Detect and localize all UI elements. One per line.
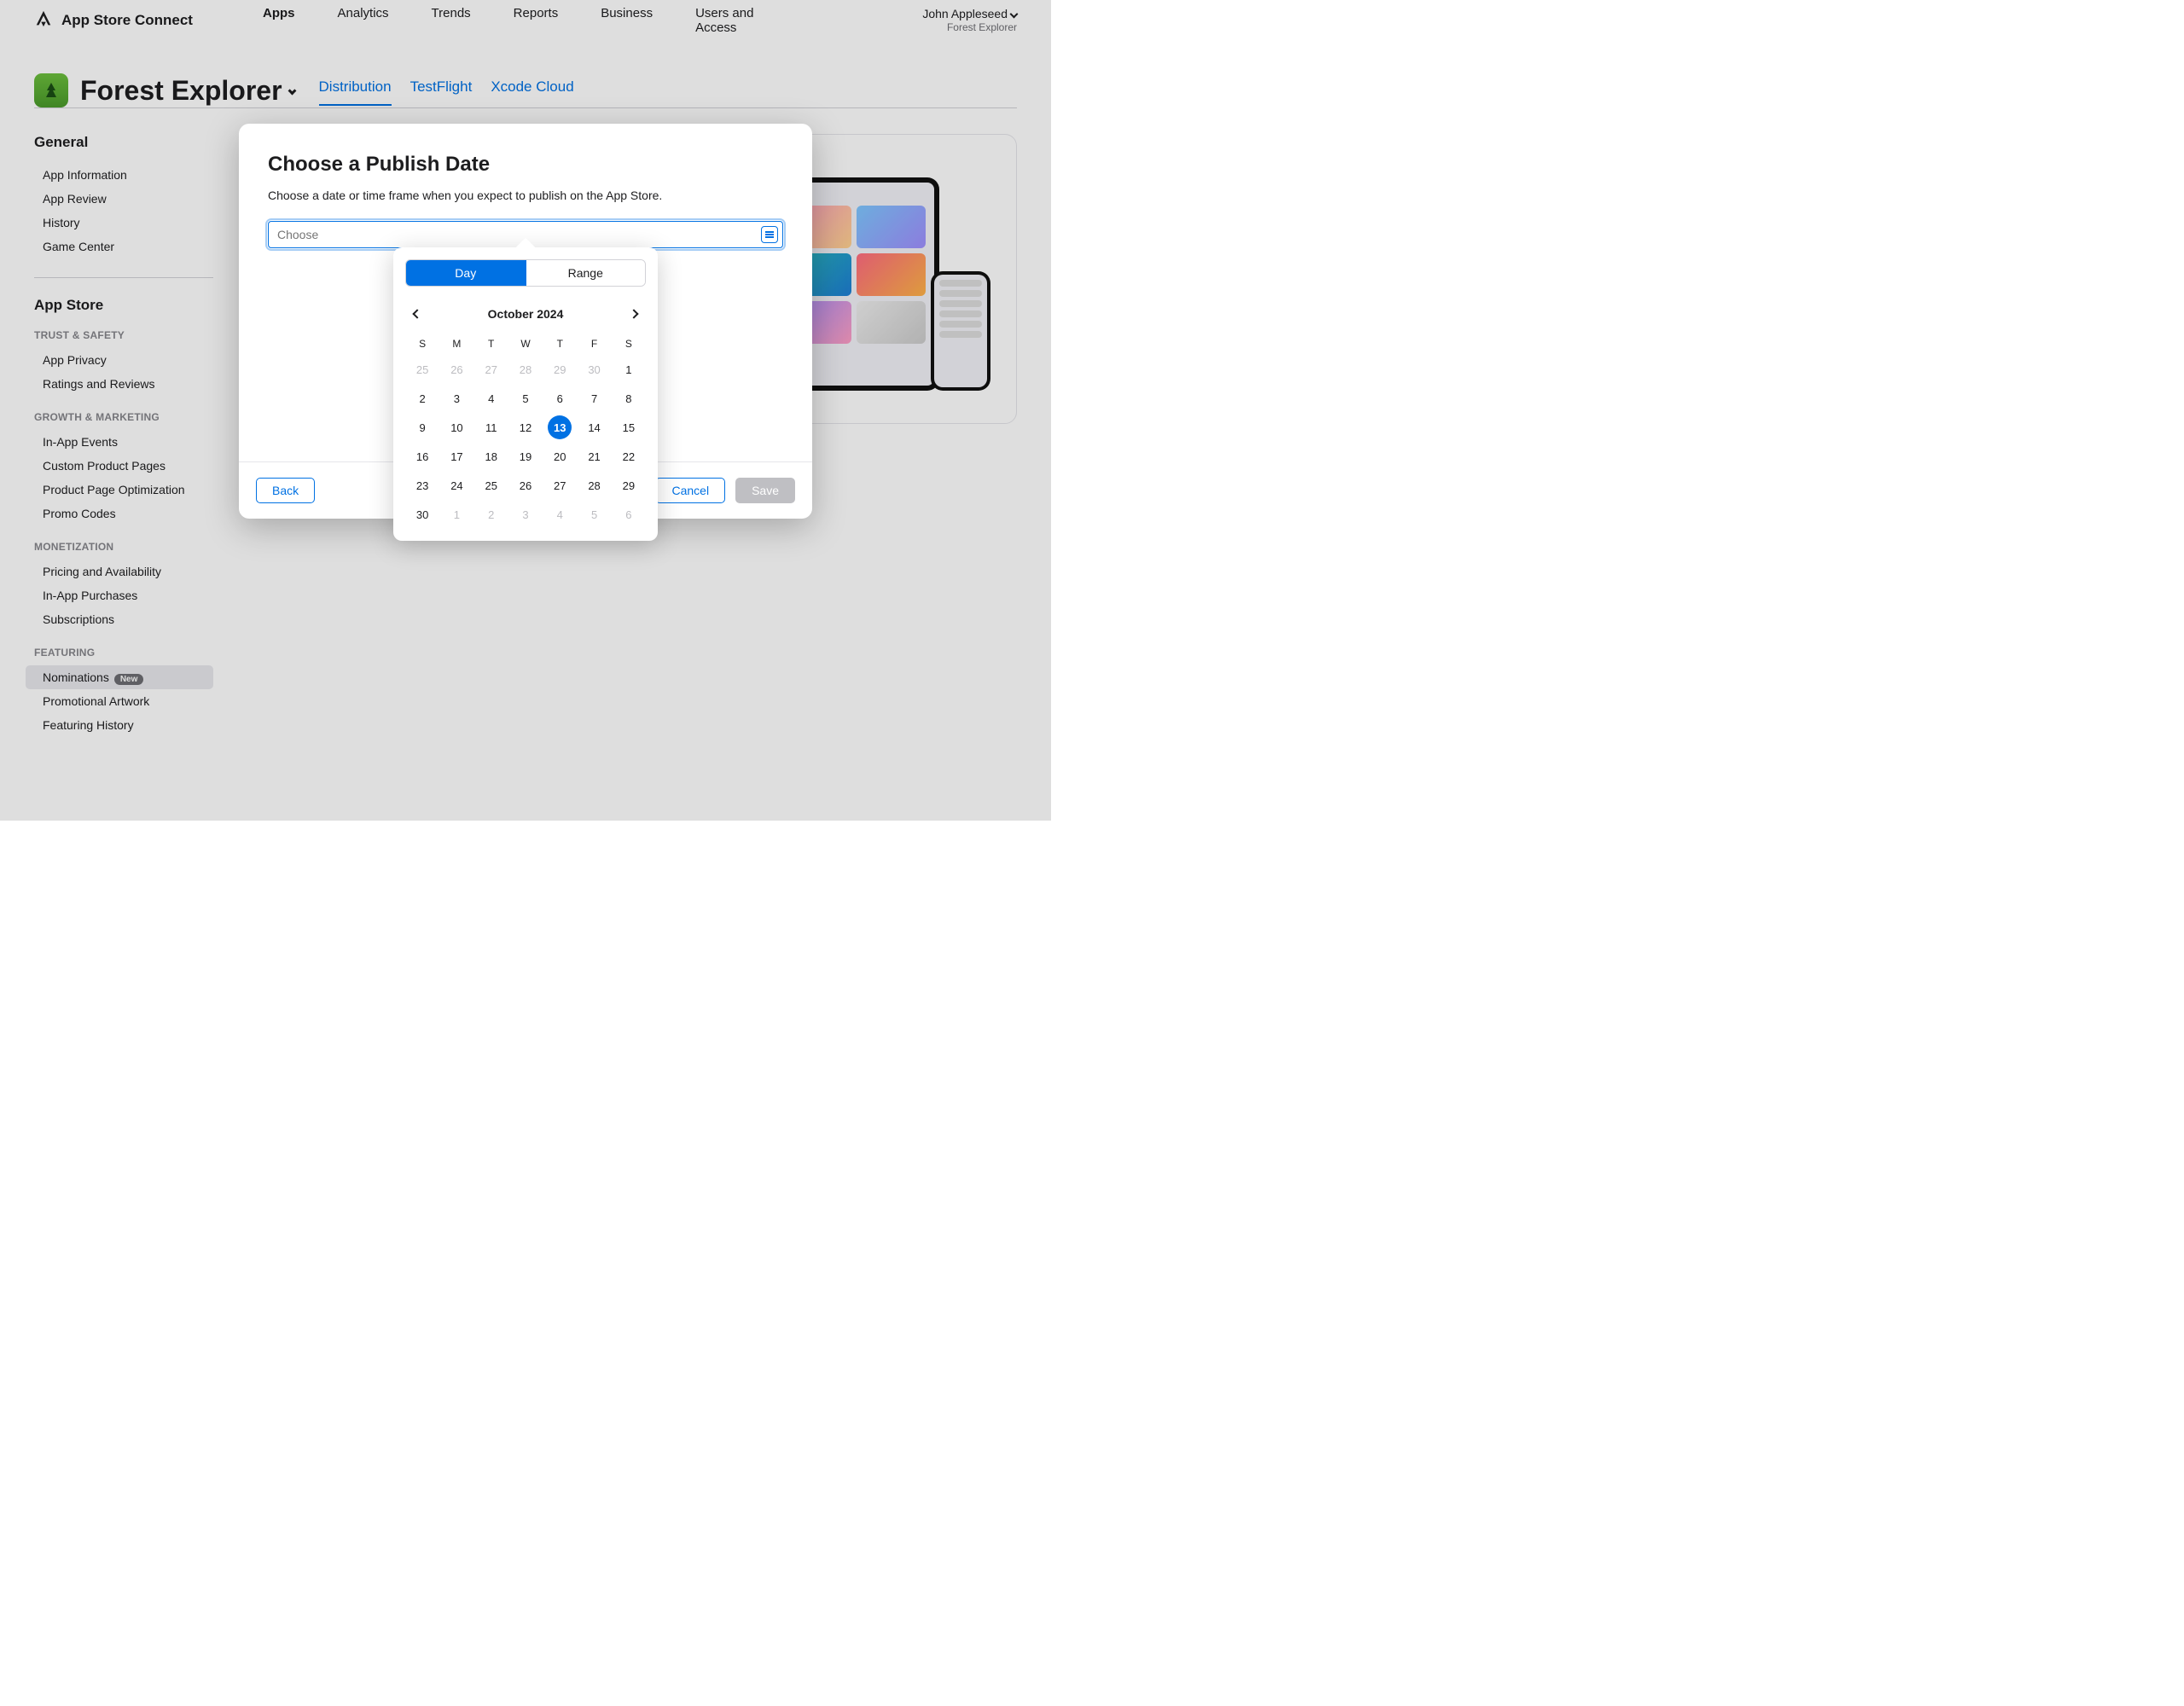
calendar-day[interactable]: 29 <box>612 471 646 500</box>
calendar-day[interactable]: 2 <box>405 384 439 413</box>
calendar-day[interactable]: 30 <box>405 500 439 529</box>
calendar-day[interactable]: 6 <box>543 384 577 413</box>
calendar-day: 25 <box>405 355 439 384</box>
calendar-day[interactable]: 26 <box>508 471 543 500</box>
dow-label: M <box>439 333 473 355</box>
calendar-day[interactable]: 3 <box>439 384 473 413</box>
datepicker-popover: Day Range October 2024 SMTWTFS2526272829… <box>393 247 658 541</box>
dow-label: S <box>405 333 439 355</box>
calendar-day[interactable]: 27 <box>543 471 577 500</box>
dow-label: W <box>508 333 543 355</box>
calendar-day[interactable]: 23 <box>405 471 439 500</box>
calendar-day: 3 <box>508 500 543 529</box>
calendar-icon[interactable] <box>761 226 778 243</box>
calendar-day: 5 <box>577 500 611 529</box>
calendar-day[interactable]: 18 <box>474 442 508 471</box>
calendar-grid: SMTWTFS252627282930123456789101112131415… <box>405 333 646 529</box>
calendar-day[interactable]: 12 <box>508 413 543 442</box>
dow-label: T <box>543 333 577 355</box>
cancel-button[interactable]: Cancel <box>655 478 725 503</box>
calendar-day[interactable]: 11 <box>474 413 508 442</box>
segment-day[interactable]: Day <box>406 260 526 286</box>
calendar-day[interactable]: 8 <box>612 384 646 413</box>
calendar-day[interactable]: 25 <box>474 471 508 500</box>
next-month-button[interactable] <box>622 302 646 326</box>
calendar-day[interactable]: 13 <box>543 413 577 442</box>
calendar-day[interactable]: 19 <box>508 442 543 471</box>
calendar-day[interactable]: 7 <box>577 384 611 413</box>
calendar-day[interactable]: 22 <box>612 442 646 471</box>
calendar-day[interactable]: 20 <box>543 442 577 471</box>
day-range-segmented: Day Range <box>405 259 646 287</box>
calendar-day: 1 <box>439 500 473 529</box>
calendar-day: 4 <box>543 500 577 529</box>
calendar-day[interactable]: 15 <box>612 413 646 442</box>
calendar-day[interactable]: 9 <box>405 413 439 442</box>
prev-month-button[interactable] <box>405 302 429 326</box>
calendar-day[interactable]: 4 <box>474 384 508 413</box>
chevron-right-icon <box>629 309 638 318</box>
calendar-day[interactable]: 10 <box>439 413 473 442</box>
calendar-day: 6 <box>612 500 646 529</box>
calendar-day[interactable]: 1 <box>612 355 646 384</box>
modal-description: Choose a date or time frame when you exp… <box>268 189 783 202</box>
dow-label: S <box>612 333 646 355</box>
calendar-day[interactable]: 17 <box>439 442 473 471</box>
chevron-left-icon <box>412 309 421 318</box>
calendar-day[interactable]: 21 <box>577 442 611 471</box>
segment-range[interactable]: Range <box>526 260 646 286</box>
calendar-day: 28 <box>508 355 543 384</box>
calendar-day[interactable]: 5 <box>508 384 543 413</box>
calendar-day: 2 <box>474 500 508 529</box>
back-button[interactable]: Back <box>256 478 315 503</box>
dow-label: F <box>577 333 611 355</box>
calendar-day[interactable]: 14 <box>577 413 611 442</box>
calendar-day: 30 <box>577 355 611 384</box>
calendar-day: 27 <box>474 355 508 384</box>
calendar-day[interactable]: 16 <box>405 442 439 471</box>
calendar-day[interactable]: 28 <box>577 471 611 500</box>
month-label: October 2024 <box>488 307 564 321</box>
calendar-day[interactable]: 24 <box>439 471 473 500</box>
calendar-day: 29 <box>543 355 577 384</box>
dow-label: T <box>474 333 508 355</box>
modal-title: Choose a Publish Date <box>268 153 783 177</box>
calendar-day: 26 <box>439 355 473 384</box>
save-button: Save <box>735 478 795 503</box>
